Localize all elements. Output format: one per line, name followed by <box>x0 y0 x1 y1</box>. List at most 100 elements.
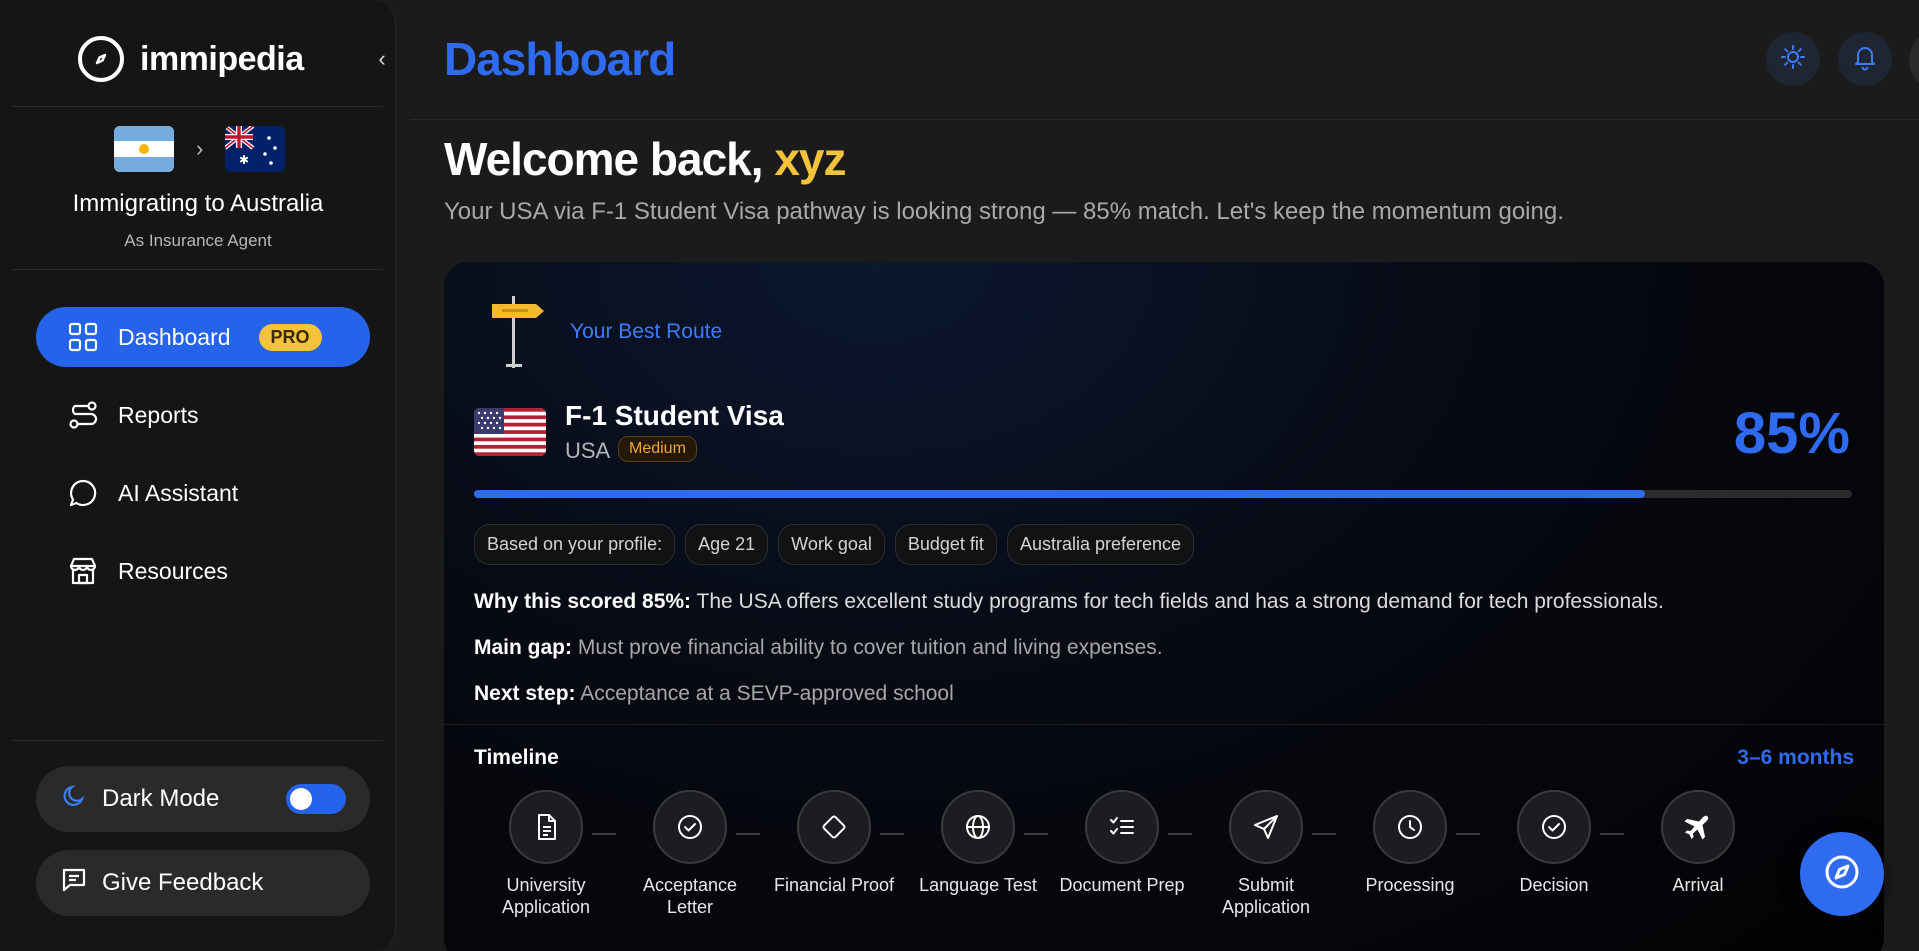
sidebar-divider <box>12 740 383 741</box>
timeline-step[interactable]: Document Prep <box>1050 790 1194 918</box>
timeline-steps: University Application Acceptance Letter F… <box>474 790 1770 918</box>
route-label: Your Best Route <box>570 320 723 343</box>
sidebar-divider <box>12 106 383 107</box>
nav-label: AI Assistant <box>118 479 239 506</box>
brand-name: immipedia <box>140 39 304 78</box>
give-feedback-button[interactable]: Give Feedback <box>36 850 370 916</box>
why-scored: Why this scored 85%: The USA offers exce… <box>474 590 1664 614</box>
page-title: Dashboard <box>444 33 676 85</box>
visa-country: USA <box>565 438 611 463</box>
store-icon <box>66 554 100 588</box>
argentina-flag <box>114 126 174 172</box>
nav-item-dashboard[interactable]: Dashboard PRO <box>36 307 370 367</box>
main-gap: Main gap: Must prove financial ability t… <box>474 636 1163 660</box>
timeline-step[interactable]: Arrival <box>1626 790 1770 918</box>
theme-toggle-button[interactable] <box>1766 32 1820 86</box>
timeline-connector <box>1456 833 1480 835</box>
immigration-title: Immigrating to Australia <box>72 190 324 217</box>
compass-icon <box>1822 852 1862 897</box>
timeline-connector <box>1312 833 1336 835</box>
profile-chip: Age 21 <box>685 524 769 565</box>
match-progress-bar <box>474 490 1852 498</box>
timeline-connector <box>736 833 760 835</box>
send-icon <box>1229 790 1303 864</box>
toggle-knob <box>290 788 312 810</box>
pro-badge: PRO <box>258 323 322 351</box>
chevron-left-icon[interactable]: ‹ <box>372 46 392 72</box>
compass-icon <box>78 36 124 82</box>
gap-label: Main gap: <box>474 636 572 659</box>
why-text: The USA offers excellent study programs … <box>691 590 1664 613</box>
dark-mode-row: Dark Mode <box>36 766 370 832</box>
card-divider <box>444 724 1884 725</box>
user-name: xyz <box>774 133 846 185</box>
profile-chip-header: Based on your profile: <box>474 524 676 565</box>
compass-fab-button[interactable] <box>1800 832 1884 916</box>
sidebar: immipedia ‹ › ✱ Immigrating to Australia… <box>0 0 396 951</box>
sun-icon <box>1779 43 1807 76</box>
difficulty-badge: Medium <box>618 436 697 462</box>
nav-item-reports[interactable]: Reports <box>36 385 370 445</box>
timeline-step-label: Arrival <box>1672 875 1724 895</box>
clock-icon <box>1373 790 1447 864</box>
timeline-step[interactable]: Submit Application <box>1194 790 1338 918</box>
best-route-card: Your Best Route F-1 Student Visa USA Med… <box>444 262 1884 951</box>
usa-flag <box>474 408 546 456</box>
document-icon <box>509 790 583 864</box>
nav-label: Reports <box>118 401 199 428</box>
visa-name: F-1 Student Visa <box>565 400 784 431</box>
timeline-step[interactable]: Financial Proof <box>762 790 906 918</box>
chat-bubble-icon <box>66 476 100 510</box>
timeline-step[interactable]: Decision <box>1482 790 1626 918</box>
diamond-icon <box>797 790 871 864</box>
top-header: Dashboard <box>410 0 1919 120</box>
check-circle-icon <box>1517 790 1591 864</box>
moon-icon <box>60 782 88 817</box>
svg-text:✱: ✱ <box>239 153 249 167</box>
check-circle-icon <box>653 790 727 864</box>
welcome-subtitle: Your USA via F-1 Student Visa pathway is… <box>444 198 1564 225</box>
timeline-step-label: Language Test <box>919 875 1037 895</box>
bell-icon <box>1851 43 1879 76</box>
profile-chip: Budget fit <box>894 524 997 565</box>
timeline-step[interactable]: Processing <box>1338 790 1482 918</box>
timeline-title: Timeline <box>474 746 559 769</box>
timeline-connector <box>1600 833 1624 835</box>
grid-icon <box>66 320 100 354</box>
profile-chip: Australia preference <box>1006 524 1195 565</box>
timeline-connector <box>592 833 616 835</box>
route-flags: › ✱ <box>114 126 286 172</box>
feedback-label: Give Feedback <box>102 869 264 896</box>
why-label: Why this scored 85%: <box>474 590 692 613</box>
timeline-step[interactable]: Acceptance Letter <box>618 790 762 918</box>
next-label: Next step: <box>474 682 576 705</box>
plane-icon <box>1661 790 1735 864</box>
app-root: immipedia ‹ › ✱ Immigrating to Australia… <box>0 0 1919 951</box>
timeline-step-label: Processing <box>1365 875 1455 895</box>
next-step: Next step: Acceptance at a SEVP-approved… <box>474 682 954 706</box>
signpost-icon <box>490 296 546 368</box>
match-progress-fill <box>474 490 1646 498</box>
next-text: Acceptance at a SEVP-approved school <box>575 682 954 705</box>
australia-flag: ✱ <box>225 126 286 172</box>
notifications-button[interactable] <box>1838 32 1892 86</box>
profile-chips: Based on your profile: Age 21 Work goal Bud… <box>474 524 1195 565</box>
checklist-icon <box>1085 790 1159 864</box>
nav-label: Dashboard <box>118 323 231 350</box>
timeline-step-label: Decision <box>1519 875 1589 895</box>
timeline-step[interactable]: Language Test <box>906 790 1050 918</box>
nav-item-ai-assistant[interactable]: AI Assistant <box>36 463 370 523</box>
gap-text: Must prove financial ability to cover tu… <box>572 636 1163 659</box>
welcome-heading: Welcome back, xyz <box>444 132 846 186</box>
timeline-step-label: Acceptance Letter <box>642 875 738 917</box>
brand[interactable]: immipedia <box>78 34 304 84</box>
timeline-connector <box>1168 833 1192 835</box>
timeline-step[interactable]: University Application <box>474 790 618 918</box>
route-icon <box>66 398 100 432</box>
timeline-connector <box>880 833 904 835</box>
nav-item-resources[interactable]: Resources <box>36 541 370 601</box>
chevron-right-icon: › <box>196 136 204 161</box>
timeline-connector <box>1024 833 1048 835</box>
feedback-icon <box>60 866 88 901</box>
dark-mode-toggle[interactable] <box>286 784 346 814</box>
